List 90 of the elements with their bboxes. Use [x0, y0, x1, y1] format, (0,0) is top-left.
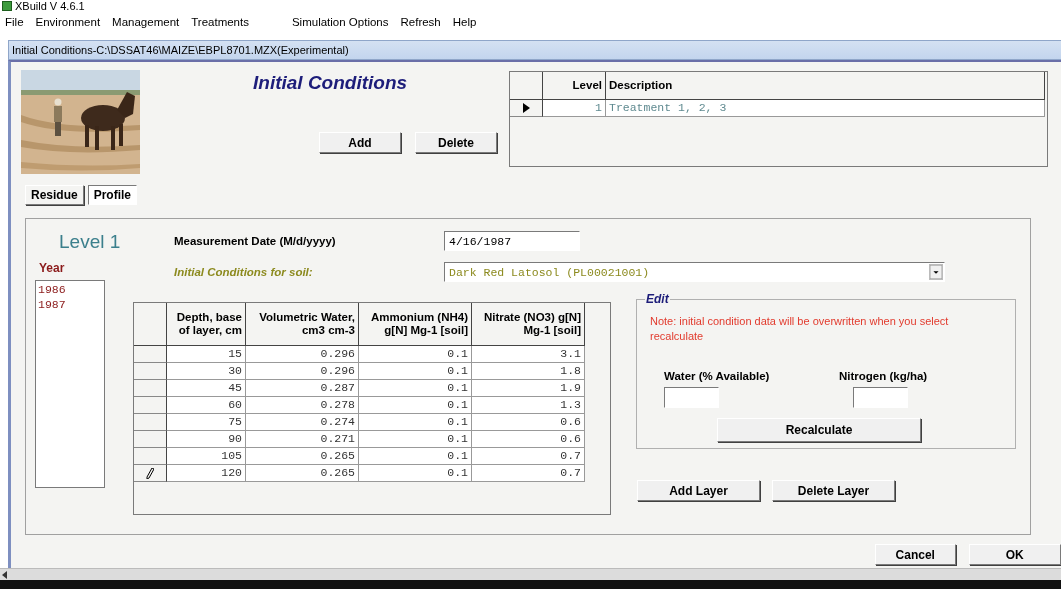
table-cell: 60: [167, 397, 246, 414]
row-header[interactable]: [134, 397, 167, 414]
row-header[interactable]: [134, 414, 167, 431]
ok-button[interactable]: OK: [968, 544, 1061, 565]
table-cell: 0.6: [472, 414, 585, 431]
recalculate-button[interactable]: Recalculate: [717, 418, 921, 442]
menu-item[interactable]: Help: [452, 16, 477, 28]
table-cell: 0.6: [472, 431, 585, 448]
table-cell: 75: [167, 414, 246, 431]
table-cell: 0.1: [359, 465, 472, 482]
level-heading: Level 1: [59, 230, 121, 254]
column-header: Description: [609, 79, 673, 92]
input-field[interactable]: [853, 387, 908, 408]
table-cell: 0.265: [246, 465, 359, 482]
add-button[interactable]: Add: [319, 132, 401, 153]
table-cell: 1.9: [472, 380, 585, 397]
column-header: Depth, base of layer, cm: [175, 311, 242, 337]
table-cell: 0.1: [359, 431, 472, 448]
row-header[interactable]: [134, 448, 167, 465]
pencil-icon: [146, 467, 154, 479]
year-label: Year: [39, 261, 66, 275]
group-title: Edit: [645, 293, 670, 306]
table-cell: 0.1: [359, 448, 472, 465]
soil-dropdown[interactable]: Dark Red Latosol (PL00021001): [444, 262, 945, 282]
table-cell: 0.278: [246, 397, 359, 414]
menu-item[interactable]: Management: [112, 16, 180, 28]
table-cell: 3.1: [472, 346, 585, 363]
row-header[interactable]: [510, 100, 543, 117]
row-header[interactable]: [134, 346, 167, 363]
horizontal-scrollbar[interactable]: [0, 568, 1061, 580]
form-title: Initial Conditions: [253, 72, 409, 94]
table-cell: 15: [167, 346, 246, 363]
row-header[interactable]: [134, 431, 167, 448]
menu-item[interactable]: Environment: [35, 16, 101, 28]
table-cell: 120: [167, 465, 246, 482]
table-cell: 0.1: [359, 414, 472, 431]
table-cell: 1.3: [472, 397, 585, 414]
table-cell: 0.7: [472, 465, 585, 482]
table-cell: 1: [543, 100, 606, 117]
delete-layer-button[interactable]: Delete Layer: [772, 480, 895, 501]
table-cell: Treatment 1, 2, 3: [606, 100, 1045, 117]
column-header: Ammonium (NH4) g[N] Mg-1 [soil]: [369, 311, 468, 337]
year-item[interactable]: 1987: [38, 297, 102, 312]
add-layer-button[interactable]: Add Layer: [637, 480, 760, 501]
field-label: Water (% Available): [664, 370, 771, 382]
table-cell: 0.296: [246, 363, 359, 380]
tab[interactable]: Residue: [25, 185, 84, 205]
menu-item[interactable]: Refresh: [400, 16, 441, 28]
table-cell: 0.296: [246, 346, 359, 363]
window-title: Initial Conditions-C:\DSSAT46\MAIZE\EBPL8701.MZX(Experimental): [12, 44, 349, 56]
menu-item[interactable]: Simulation Options: [291, 16, 389, 28]
table-cell: 0.271: [246, 431, 359, 448]
field-label: Initial Conditions for soil:: [174, 266, 314, 278]
delete-button[interactable]: Delete: [415, 132, 497, 153]
app-title: XBuild V 4.6.1: [15, 0, 85, 12]
table-cell: 1.8: [472, 363, 585, 380]
table-cell: 0.1: [359, 380, 472, 397]
year-list[interactable]: 1986 1987: [35, 280, 105, 488]
menu-item[interactable]: Treatments: [191, 16, 249, 28]
row-header[interactable]: [134, 363, 167, 380]
table-cell: 105: [167, 448, 246, 465]
column-header: Nitrate (NO3) g[N] Mg-1 [soil]: [482, 311, 581, 337]
app-icon: [2, 1, 12, 11]
table-cell: 0.1: [359, 346, 472, 363]
column-header: Volumetric Water, cm3 cm-3: [258, 311, 355, 337]
row-pointer-icon: [522, 103, 530, 113]
table-cell: 90: [167, 431, 246, 448]
field-label: Measurement Date (M/d/yyyy): [174, 235, 337, 247]
table-cell: 0.1: [359, 363, 472, 380]
year-item[interactable]: 1986: [38, 282, 102, 297]
dropdown-arrow-icon: [929, 264, 943, 280]
column-header: Level: [572, 79, 602, 92]
table-cell: 0.1: [359, 397, 472, 414]
dropdown-value: Dark Red Latosol (PL00021001): [449, 265, 650, 279]
row-header[interactable]: [134, 465, 167, 482]
field-label: Nitrogen (kg/ha): [839, 370, 929, 382]
menu-item[interactable]: File: [5, 16, 24, 28]
warning-note: Note: initial condition data will be overwritten when you select recalculate: [650, 314, 950, 344]
table-cell: 0.265: [246, 448, 359, 465]
table-cell: 0.287: [246, 380, 359, 397]
scroll-left-icon[interactable]: [0, 569, 10, 580]
date-field[interactable]: 4/16/1987: [444, 231, 580, 251]
tab[interactable]: Profile: [87, 185, 138, 205]
table-cell: 0.274: [246, 414, 359, 431]
table-cell: 0.7: [472, 448, 585, 465]
row-header[interactable]: [134, 380, 167, 397]
input-field[interactable]: [664, 387, 719, 408]
table-cell: 45: [167, 380, 246, 397]
cancel-button[interactable]: Cancel: [875, 544, 956, 565]
table-cell: 30: [167, 363, 246, 380]
